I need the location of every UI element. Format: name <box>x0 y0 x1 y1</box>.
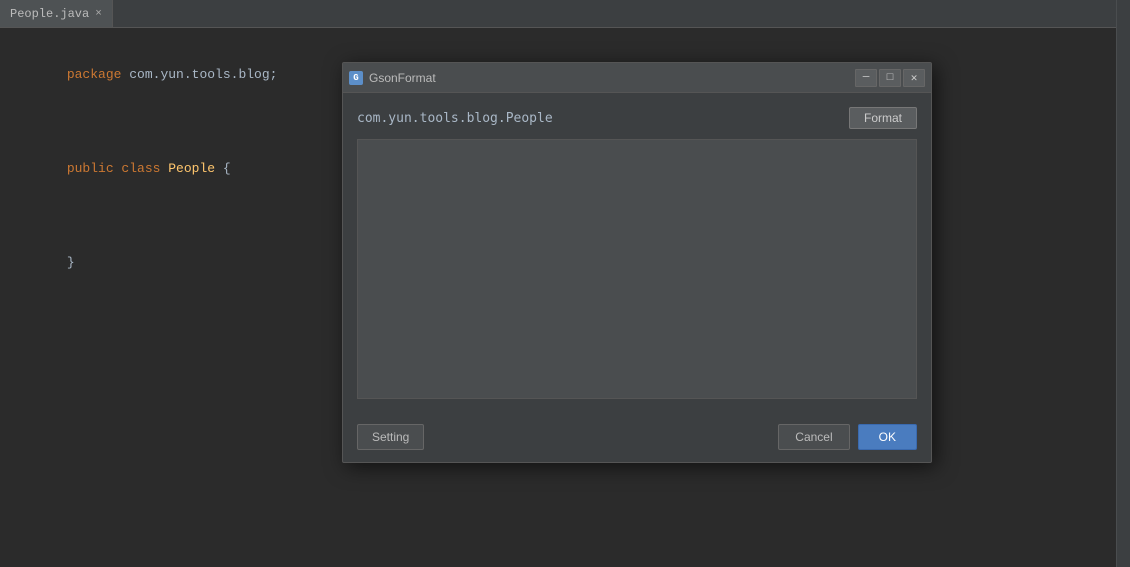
dialog-body: com.yun.tools.blog.People Format <box>343 93 931 414</box>
maximize-button[interactable]: □ <box>879 69 901 87</box>
dialog-titlebar[interactable]: G GsonFormat ─ □ ✕ <box>343 63 931 93</box>
json-input-textarea[interactable] <box>357 139 917 399</box>
gson-format-dialog: G GsonFormat ─ □ ✕ com.yun.tools.blog.Pe… <box>342 62 932 463</box>
ok-button[interactable]: OK <box>858 424 917 450</box>
setting-button[interactable]: Setting <box>357 424 424 450</box>
dialog-top-row: com.yun.tools.blog.People Format <box>357 107 917 129</box>
close-button[interactable]: ✕ <box>903 69 925 87</box>
dialog-class-name: com.yun.tools.blog.People <box>357 111 553 126</box>
dialog-title-text: GsonFormat <box>369 71 436 85</box>
dialog-title-left: G GsonFormat <box>349 71 436 85</box>
dialog-footer: Setting Cancel OK <box>343 414 931 462</box>
footer-right-buttons: Cancel OK <box>778 424 917 450</box>
dialog-app-icon: G <box>349 71 363 85</box>
format-button[interactable]: Format <box>849 107 917 129</box>
cancel-button[interactable]: Cancel <box>778 424 849 450</box>
dialog-controls: ─ □ ✕ <box>855 69 925 87</box>
modal-overlay: G GsonFormat ─ □ ✕ com.yun.tools.blog.Pe… <box>0 0 1130 567</box>
minimize-button[interactable]: ─ <box>855 69 877 87</box>
